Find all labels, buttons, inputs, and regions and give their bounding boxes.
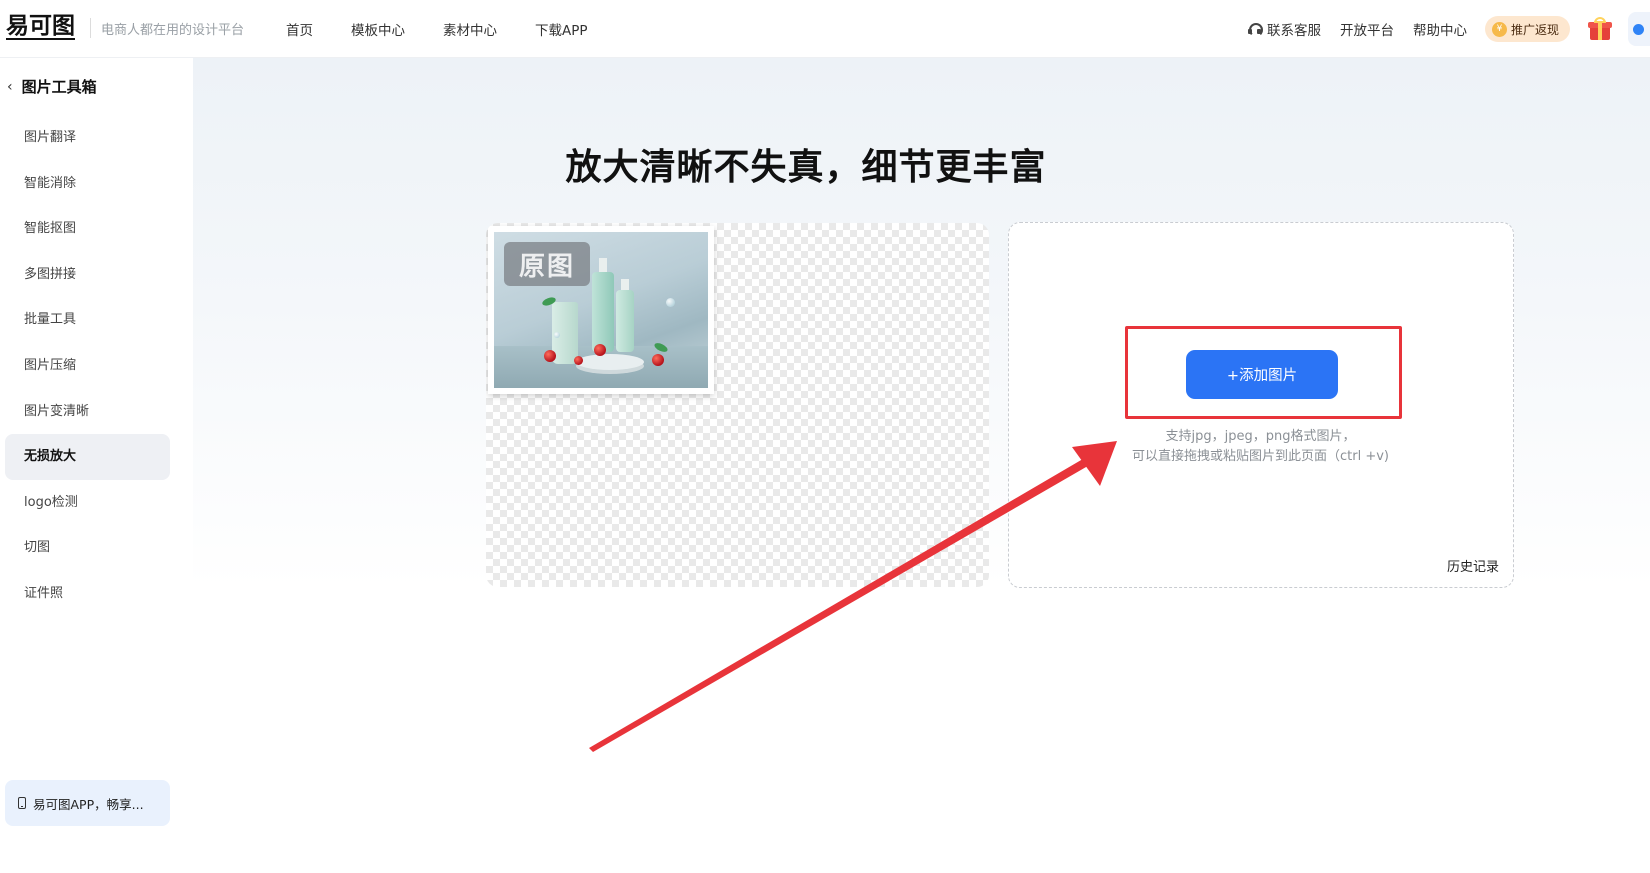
header-right: 联系客服 开放平台 帮助中心 ¥ 推广返现 bbox=[1229, 0, 1650, 58]
sample-image-card[interactable]: 原图 bbox=[488, 226, 714, 394]
add-image-button[interactable]: +添加图片 bbox=[1186, 350, 1338, 399]
promo-cashback-button[interactable]: ¥ 推广返现 bbox=[1484, 16, 1570, 42]
upload-dropzone[interactable]: +添加图片 支持jpg，jpeg，png格式图片， 可以直接拖拽或粘贴图片到此页… bbox=[1008, 222, 1514, 588]
open-platform-link[interactable]: 开放平台 bbox=[1340, 19, 1394, 39]
gift-icon[interactable] bbox=[1588, 17, 1612, 41]
sample-product-image: 原图 bbox=[494, 232, 708, 388]
main-content: 放大清晰不失真，细节更丰富 原图 +添加图片 支持jpg，jpeg，png格式图… bbox=[193, 58, 1650, 873]
upload-hint-paste: 可以直接拖拽或粘贴图片到此页面（ctrl +v) bbox=[1132, 449, 1389, 464]
history-link[interactable]: 历史记录 bbox=[1447, 556, 1499, 575]
logo-divider bbox=[90, 18, 91, 38]
help-center-link[interactable]: 帮助中心 bbox=[1413, 19, 1467, 39]
sidebar-item-slice[interactable]: 切图 bbox=[5, 525, 170, 571]
coin-icon: ¥ bbox=[1491, 21, 1507, 37]
contact-support-link[interactable]: 联系客服 bbox=[1247, 19, 1321, 39]
toolbox-back-link[interactable]: ‹ 图片工具箱 bbox=[7, 76, 97, 97]
sidebar-item-logo-detect[interactable]: logo检测 bbox=[5, 480, 170, 526]
preview-panel: 原图 bbox=[486, 223, 989, 587]
top-header: 易可图 电商人都在用的设计平台 首页 模板中心 素材中心 下载APP 联系客服 … bbox=[0, 0, 1650, 58]
nav-download-app[interactable]: 下载APP bbox=[535, 19, 588, 39]
original-watermark: 原图 bbox=[504, 242, 590, 286]
headset-icon bbox=[1247, 22, 1263, 37]
sidebar-menu: 图片翻译 智能消除 智能抠图 多图拼接 批量工具 图片压缩 图片变清晰 无损放大… bbox=[5, 115, 170, 617]
side-float-tab[interactable] bbox=[1628, 12, 1650, 46]
nav-materials[interactable]: 素材中心 bbox=[443, 19, 497, 39]
logo[interactable]: 易可图 bbox=[6, 14, 75, 40]
sidebar-item-id-photo[interactable]: 证件照 bbox=[5, 571, 170, 617]
sidebar-item-image-compress[interactable]: 图片压缩 bbox=[5, 343, 170, 389]
upload-hint-formats: 支持jpg，jpeg，png格式图片， bbox=[1165, 429, 1356, 444]
promo-label: 推广返现 bbox=[1510, 22, 1559, 37]
sidebar-item-image-sharpen[interactable]: 图片变清晰 bbox=[5, 389, 170, 435]
slogan: 电商人都在用的设计平台 bbox=[101, 23, 245, 38]
app-banner-text: 易可图APP，畅享... bbox=[33, 796, 144, 812]
app-download-banner[interactable]: 易可图APP，畅享... bbox=[5, 780, 170, 826]
float-badge-icon bbox=[1633, 23, 1644, 35]
back-chevron-icon: ‹ bbox=[7, 78, 13, 95]
contact-support-label: 联系客服 bbox=[1266, 23, 1321, 39]
sidebar-title: 图片工具箱 bbox=[21, 78, 97, 96]
sidebar-item-lossless-upscale[interactable]: 无损放大 bbox=[5, 434, 170, 480]
phone-icon bbox=[18, 797, 26, 809]
nav-home[interactable]: 首页 bbox=[286, 19, 313, 39]
sidebar-item-image-stitch[interactable]: 多图拼接 bbox=[5, 252, 170, 298]
main-nav: 首页 模板中心 素材中心 下载APP bbox=[286, 19, 626, 39]
nav-templates[interactable]: 模板中心 bbox=[351, 19, 405, 39]
sidebar-item-batch-tools[interactable]: 批量工具 bbox=[5, 297, 170, 343]
page-headline: 放大清晰不失真，细节更丰富 bbox=[565, 147, 1047, 188]
sidebar-item-smart-cutout[interactable]: 智能抠图 bbox=[5, 206, 170, 252]
